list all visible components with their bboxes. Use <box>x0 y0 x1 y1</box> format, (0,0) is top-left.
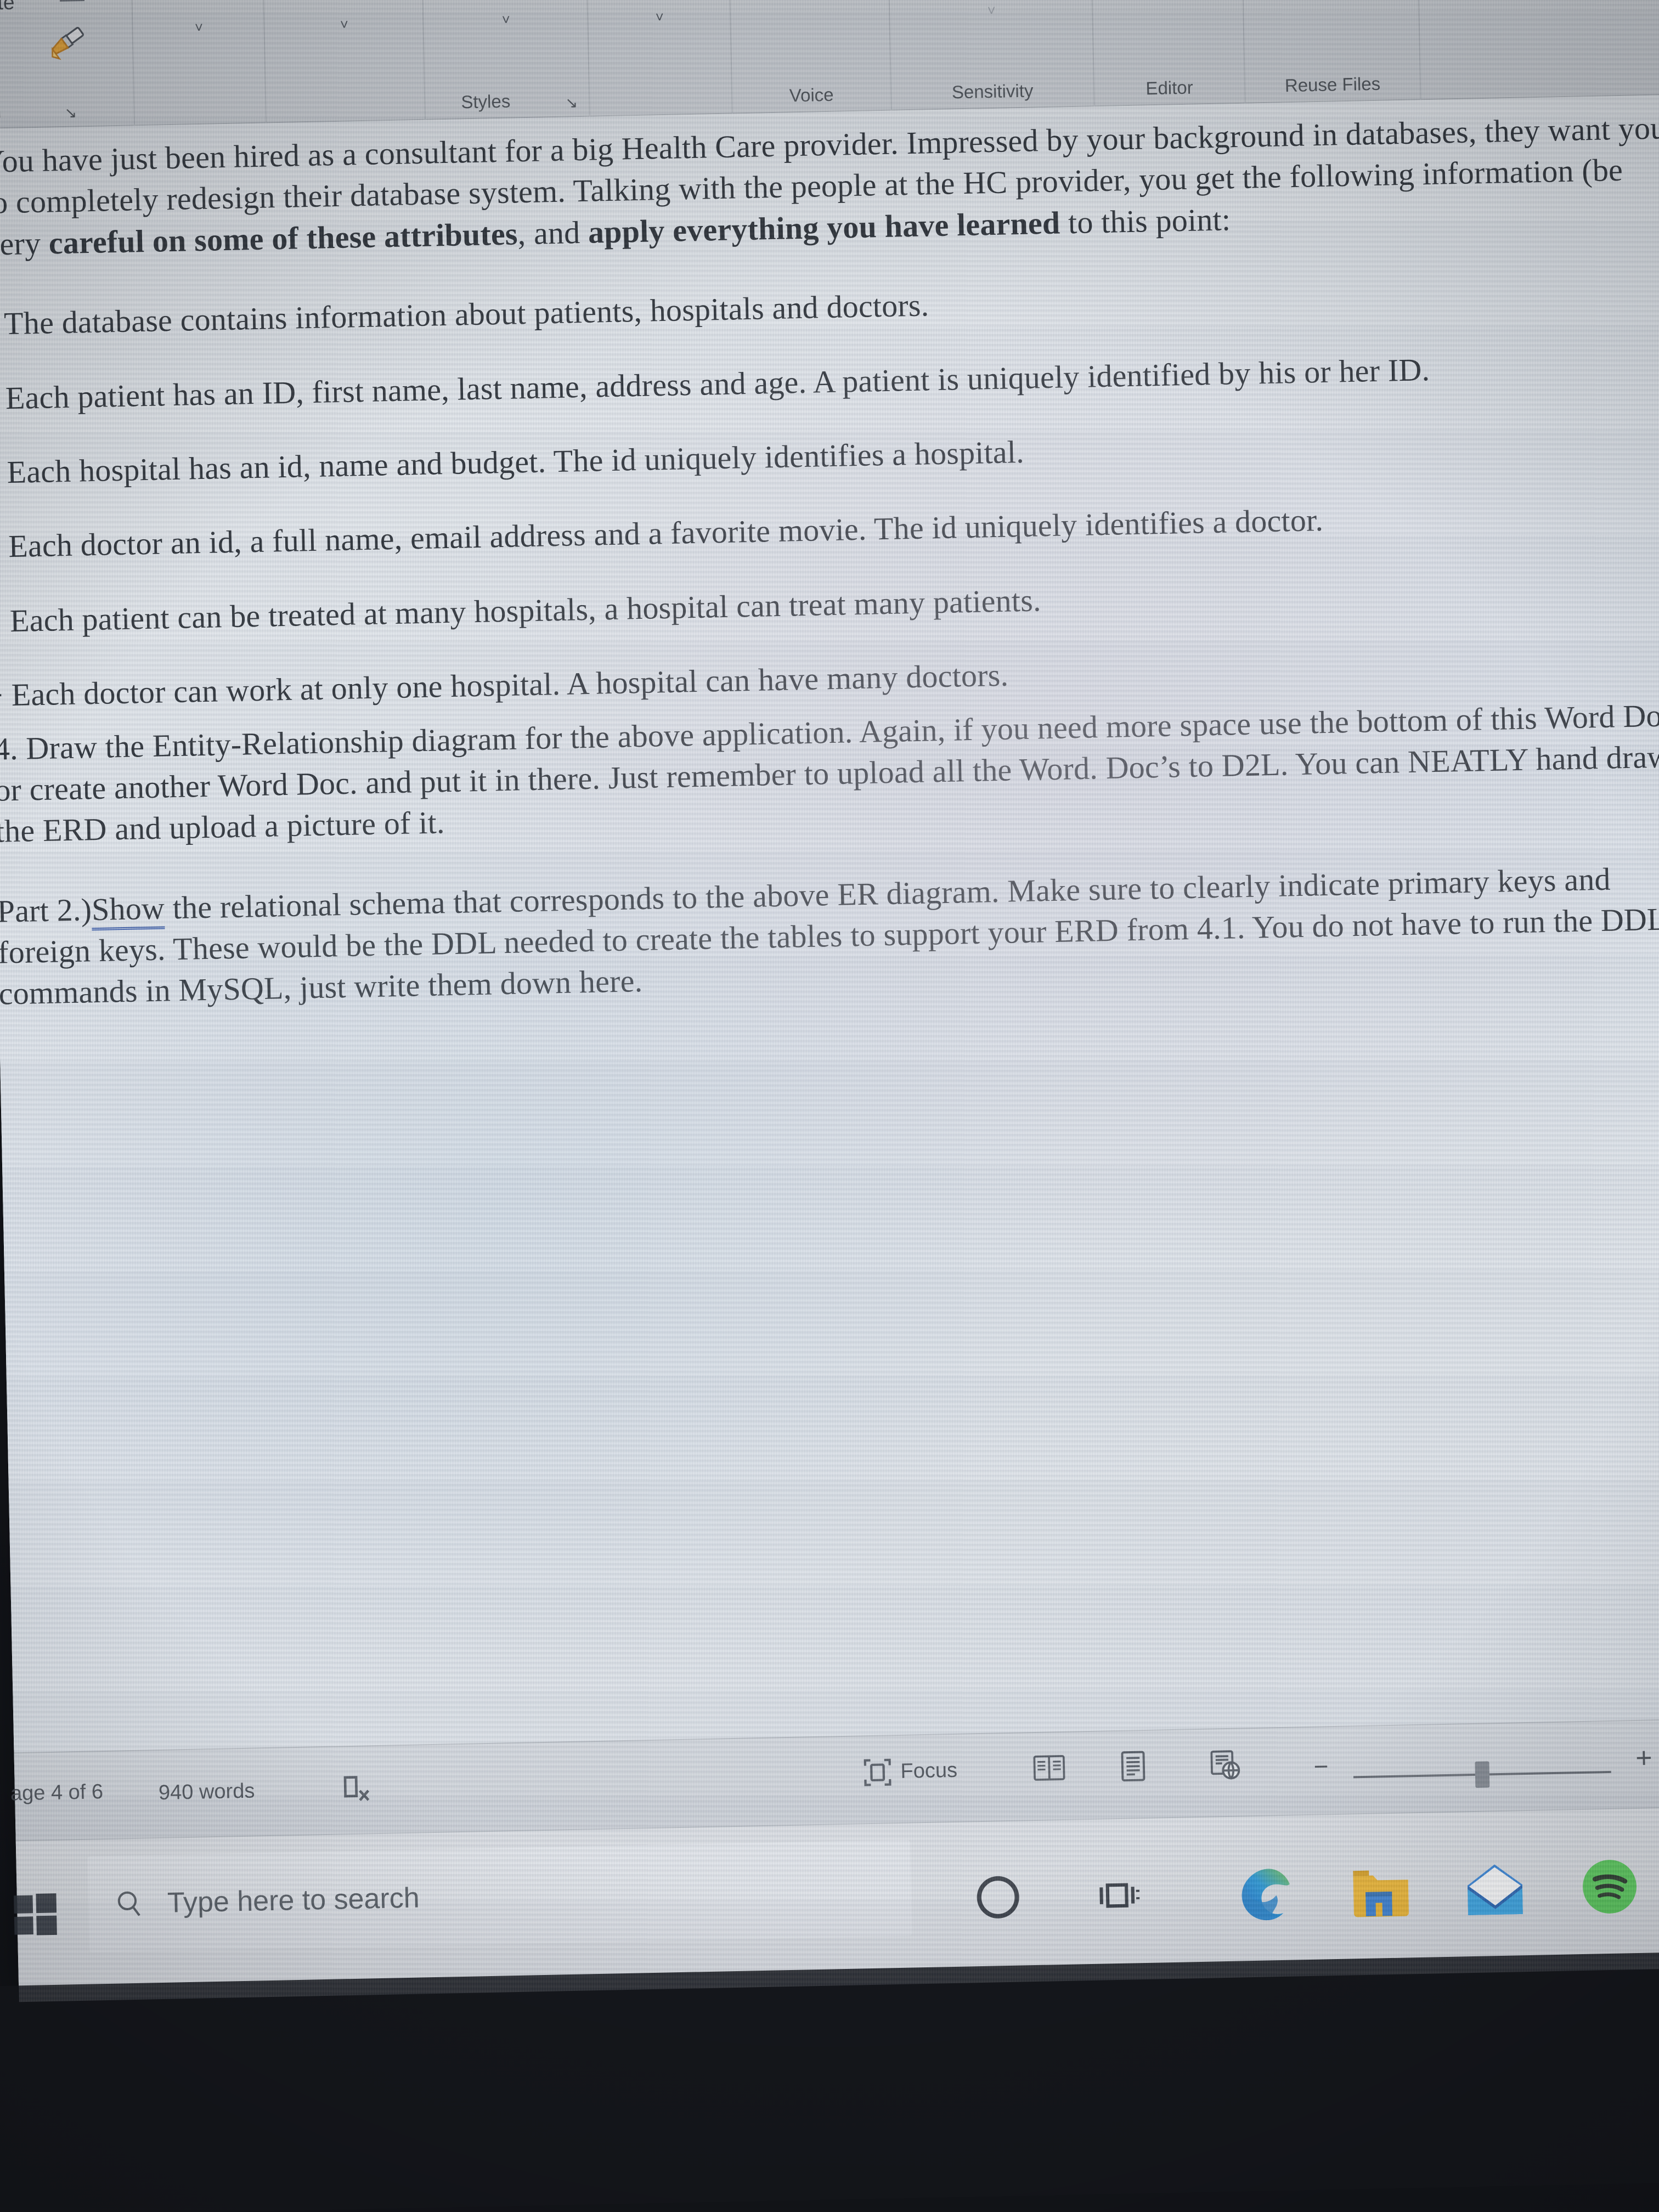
photo-of-screen: aste ˅ <box>0 0 1659 2212</box>
format-painter-button[interactable] <box>40 24 100 66</box>
font-button[interactable]: Font ˅ <box>132 0 265 36</box>
list-item-text: Each patient has an ID, first name, last… <box>5 351 1430 416</box>
ribbon-group-font: Font ˅ <box>131 0 267 126</box>
styles-group-label: Styles <box>461 91 511 112</box>
list-item: - Each doctor an id, a full name, email … <box>0 492 1659 567</box>
chevron-down-icon[interactable]: ˅ <box>133 19 264 36</box>
search-icon <box>115 1888 145 1918</box>
read-mode-icon[interactable] <box>1032 1752 1066 1784</box>
microsoft-edge-icon[interactable] <box>1234 1860 1301 1927</box>
bullet-dash: - <box>0 677 3 709</box>
list-item: - Each hospital has an id, name and budg… <box>0 418 1659 493</box>
part2-prefix: Part 2.) <box>0 891 92 929</box>
search-input-placeholder[interactable]: Type here to search <box>167 1881 420 1919</box>
web-layout-icon[interactable] <box>1209 1748 1242 1781</box>
bullet-dash: - <box>0 526 9 567</box>
ribbon-group-styles: Styles ˅ Styles ↘ <box>422 0 590 120</box>
cortana-icon[interactable] <box>974 1874 1022 1922</box>
paste-button[interactable]: aste ˅ <box>0 0 40 34</box>
zoom-in-button[interactable]: + <box>1635 1741 1653 1775</box>
taskbar-search-box[interactable]: Type here to search <box>87 1839 912 1953</box>
computer-screen: aste ˅ <box>0 0 1659 2212</box>
chevron-down-icon[interactable]: ˅ <box>424 11 588 29</box>
list-item-text: Each hospital has an id, name and budget… <box>7 433 1025 490</box>
intro-text-3: to this point: <box>1059 201 1231 241</box>
chevron-down-icon[interactable]: ˅ <box>588 9 731 26</box>
intro-text-2: , and <box>517 214 589 252</box>
print-layout-icon[interactable] <box>1120 1750 1147 1783</box>
document-body[interactable]: You have just been hired as a consultant… <box>0 94 1659 1015</box>
list-item: - Each patient has an ID, first name, la… <box>0 343 1659 419</box>
intro-bold-2: apply everything you have learned <box>588 205 1060 250</box>
chevron-down-icon[interactable]: ˅ <box>264 16 424 33</box>
list-item-text: Each patient can be treated at many hosp… <box>9 582 1042 639</box>
copy-button[interactable] <box>37 0 99 7</box>
voice-group-label: Voice <box>789 84 834 106</box>
ribbon-group-editor: Editor Editor <box>1091 0 1246 107</box>
question-4-paragraph: 4. Draw the Entity-Relationship diagram … <box>0 697 1659 849</box>
proofing-errors-icon[interactable] <box>338 1773 373 1807</box>
focus-label[interactable]: Focus <box>900 1759 957 1784</box>
ribbon-group-paragraph: Paragraph ˅ <box>263 0 426 123</box>
clipboard-dialog-launcher[interactable]: ↘ <box>64 104 77 121</box>
list-item-text: Each doctor an id, a full name, email ad… <box>8 502 1324 565</box>
sensitivity-button: Sensitivity ˅ <box>889 0 1093 20</box>
ribbon-group-sensitivity: Sensitivity ˅ Sensitivity <box>888 0 1095 111</box>
ribbon-group-voice: Dictate Voice <box>729 0 892 114</box>
ribbon-group-reuse-files: Reuse Files Reuse Files <box>1242 0 1421 104</box>
chevron-down-icon[interactable]: ˅ <box>0 18 40 34</box>
mail-icon[interactable] <box>1465 1859 1525 1920</box>
ribbon-group-clipboard: aste ˅ <box>0 0 136 130</box>
list-item: - Each patient can be treated at many ho… <box>0 566 1659 641</box>
chevron-down-icon: ˅ <box>987 2 996 19</box>
windows-start-icon[interactable] <box>12 1891 60 1939</box>
focus-icon[interactable] <box>862 1757 893 1788</box>
intro-bold-1: careful on some of these attributes <box>48 216 518 261</box>
spotify-icon[interactable] <box>1580 1857 1639 1916</box>
monitor-bezel <box>0 1950 1659 2212</box>
paste-label: aste <box>0 0 15 15</box>
bullet-dash: - <box>0 603 2 635</box>
format-painter-icon <box>44 24 95 64</box>
ribbon-group-editing: Editing ˅ <box>586 0 733 117</box>
sensitivity-group-label: Sensitivity <box>951 80 1034 103</box>
task-view-icon[interactable] <box>1094 1874 1142 1917</box>
file-explorer-icon[interactable] <box>1350 1861 1412 1922</box>
page-indicator[interactable]: age 4 of 6 <box>10 1780 104 1805</box>
editor-group-label: Editor <box>1146 77 1194 99</box>
paragraph-button[interactable]: Paragraph ˅ <box>263 0 424 33</box>
copy-icon <box>47 0 89 4</box>
styles-button[interactable]: Styles ˅ <box>422 0 588 29</box>
styles-dialog-launcher[interactable]: ↘ <box>565 94 578 111</box>
word-count[interactable]: 940 words <box>159 1780 255 1805</box>
zoom-slider[interactable] <box>1353 1756 1611 1793</box>
document-page[interactable]: You have just been hired as a consultant… <box>0 94 1659 1753</box>
editing-button[interactable]: Editing ˅ <box>587 0 731 26</box>
zoom-out-button[interactable]: − <box>1313 1751 1329 1781</box>
part2-underlined-word[interactable]: Show <box>91 890 165 930</box>
reuse-files-group-label: Reuse Files <box>1284 73 1381 96</box>
